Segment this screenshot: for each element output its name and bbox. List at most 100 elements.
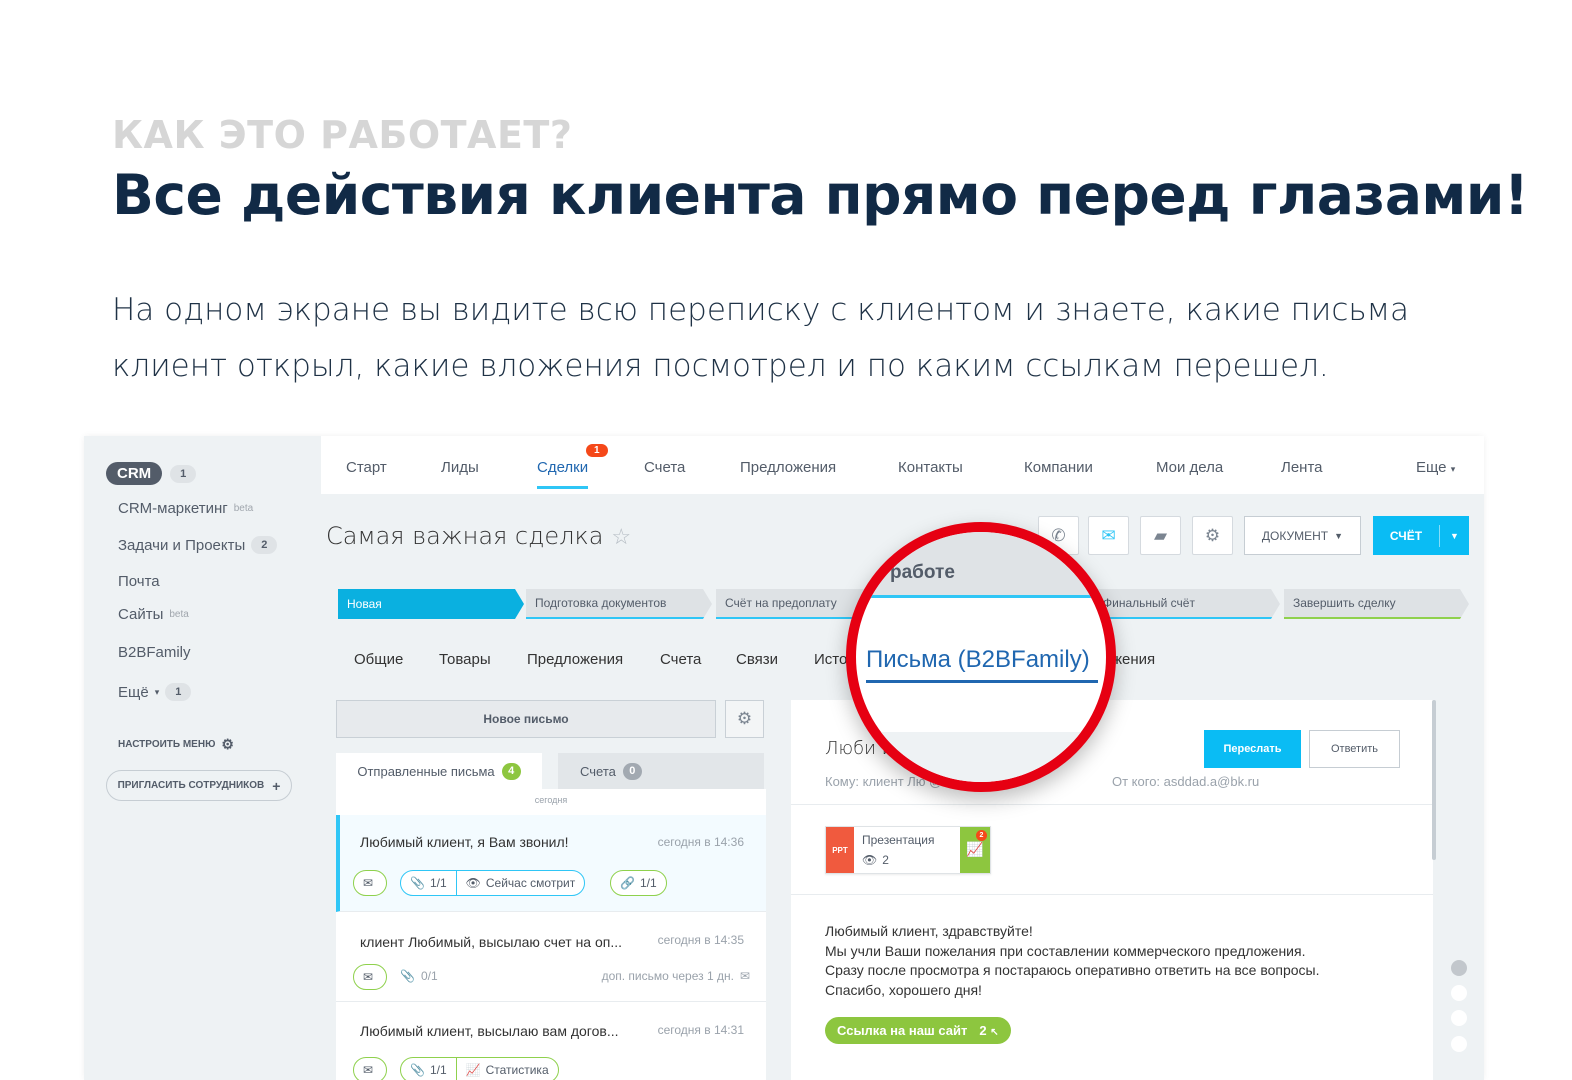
nav-start[interactable]: Старт xyxy=(346,459,387,476)
chart-icon: 📈 xyxy=(465,1063,481,1077)
sidebar-item-more[interactable]: Ещё ▾ 1 xyxy=(118,683,192,701)
attachments-chip[interactable]: 📎 1/1 👁 Сейчас смотрит xyxy=(400,870,586,896)
nav-deals[interactable]: Сделки xyxy=(537,459,589,489)
opened-chip[interactable]: ✉ xyxy=(353,1057,387,1080)
sidebar-item-b2bfamily[interactable]: B2BFamily xyxy=(118,644,191,661)
ppt-file-icon: PPT xyxy=(826,827,854,873)
reply-button[interactable]: Ответить xyxy=(1309,730,1400,768)
invoices-count-badge: 0 xyxy=(622,762,642,780)
reply-label: Ответить xyxy=(1330,743,1379,755)
settings-button[interactable]: ⚙ xyxy=(1192,516,1233,555)
forward-button[interactable]: Переслать xyxy=(1204,730,1301,768)
slide-dot-2[interactable] xyxy=(1451,985,1467,1001)
mail-row[interactable]: Любимый клиент, высылаю вам догов... сег… xyxy=(336,1003,766,1080)
tab-mail-invoices[interactable]: Счета 0 xyxy=(558,753,764,789)
tab-sent-mails[interactable]: Отправленные письма 4 xyxy=(336,753,542,789)
views-count: 2 xyxy=(882,853,889,867)
mail-row[interactable]: клиент Любимый, высылаю счет на оп... се… xyxy=(336,913,766,1002)
deal-title: Самая важная сделка ☆ xyxy=(326,522,631,550)
tab-proposals[interactable]: Предложения xyxy=(527,651,623,668)
top-navigation: Старт Лиды Сделки 1 Счета Предложения Ко… xyxy=(321,436,1484,494)
body-line: Любимый клиент, здравствуйте! xyxy=(825,923,1033,939)
tab-b2bfamily-letters[interactable]: Письма (B2BFamily) xyxy=(866,646,1090,674)
mail-settings-button[interactable]: ⚙ xyxy=(725,700,764,738)
document-button[interactable]: ДОКУМЕНТ ▼ xyxy=(1244,516,1361,555)
stage-label: Завершить сделку xyxy=(1293,596,1396,610)
divider xyxy=(791,894,1433,895)
opened-chip[interactable]: ✉ xyxy=(353,870,387,896)
attachment-stats-button[interactable]: 📈 2 xyxy=(960,827,990,873)
mail-time: сегодня в 14:36 xyxy=(657,835,744,849)
configure-menu-link[interactable]: НАСТРОИТЬ МЕНЮ ⚙ xyxy=(118,736,234,753)
chevron-down-icon: ▾ xyxy=(154,686,160,697)
active-tab-underline xyxy=(866,680,1098,683)
divider xyxy=(791,804,1433,805)
envelope-open-icon: ✉ xyxy=(363,876,374,890)
new-mail-button[interactable]: Новое письмо xyxy=(336,700,716,738)
gear-icon: ⚙ xyxy=(221,736,234,752)
nav-more[interactable]: Еще ▾ xyxy=(1416,459,1455,476)
detail-scrollbar[interactable] xyxy=(1432,700,1436,860)
plus-icon: + xyxy=(272,777,281,794)
forward-label: Переслать xyxy=(1223,743,1282,755)
attachments-meta: 📎 0/1 xyxy=(400,969,438,983)
nav-feed[interactable]: Лента xyxy=(1281,459,1323,476)
tab-general[interactable]: Общие xyxy=(354,651,403,668)
link-icon: 🔗 xyxy=(620,876,635,890)
nav-companies[interactable]: Компании xyxy=(1024,459,1093,476)
stage-new[interactable]: Новая xyxy=(338,589,524,619)
attachment-name: Презентация xyxy=(862,833,935,847)
slide-dot-3[interactable] xyxy=(1451,1010,1467,1026)
nav-my-activities[interactable]: Мои дела xyxy=(1156,459,1223,476)
stage-final-invoice[interactable]: Финальный счёт xyxy=(1094,589,1280,619)
section-headline: Все действия клиента прямо перед глазами… xyxy=(112,163,1529,227)
nav-leads[interactable]: Лиды xyxy=(441,459,479,476)
attachments-count: 1/1 xyxy=(429,1063,447,1077)
followup-meta: доп. письмо через 1 дн. ✉ xyxy=(602,969,750,983)
tab-links[interactable]: Связи xyxy=(736,651,778,668)
stage-label: Счёт на предоплату xyxy=(725,596,837,610)
stage-label: Новая xyxy=(347,597,382,611)
sidebar-item-mail[interactable]: Почта xyxy=(118,573,160,590)
stage-preparing-documents[interactable]: Подготовка документов xyxy=(526,589,712,619)
nav-proposals[interactable]: Предложения xyxy=(740,459,836,476)
sidebar-item-tasks[interactable]: Задачи и Проекты 2 xyxy=(118,536,278,554)
tab-invoices[interactable]: Счета xyxy=(660,651,701,668)
nav-contacts[interactable]: Контакты xyxy=(898,459,963,476)
paperclip-icon: 📎 xyxy=(410,876,425,890)
chevron-down-icon: ▼ xyxy=(1334,530,1344,541)
sidebar-item-crm-marketing[interactable]: CRM-маркетинг beta xyxy=(118,500,253,517)
sidebar-item-label: B2BFamily xyxy=(118,644,191,661)
deal-title-text: Самая важная сделка xyxy=(326,522,604,550)
attachments-chip[interactable]: 📎 1/1 📈 Статистика xyxy=(400,1057,559,1080)
invite-employees-button[interactable]: ПРИГЛАСИТЬ СОТРУДНИКОВ + xyxy=(106,770,292,801)
site-link-chip[interactable]: Ссылка на наш сайт 2 ↖ xyxy=(825,1017,1011,1044)
cursor-icon: ↖ xyxy=(990,1027,999,1038)
slide-dot-4[interactable] xyxy=(1451,1036,1467,1052)
attachment-card[interactable]: PPT Презентация 👁 2 📈 2 xyxy=(825,826,991,874)
opened-chip[interactable]: ✉ xyxy=(353,964,387,990)
nav-invoices[interactable]: Счета xyxy=(644,459,685,476)
invite-label: ПРИГЛАСИТЬ СОТРУДНИКОВ xyxy=(117,780,265,791)
mail-subject: Любимый клиент, высылаю вам догов... xyxy=(360,1023,619,1039)
invoice-button[interactable]: СЧЁТ ▼ xyxy=(1373,516,1469,555)
stage-close-deal[interactable]: Завершить сделку xyxy=(1284,589,1469,619)
stage-label: Финальный счёт xyxy=(1103,596,1195,610)
tab-history[interactable]: Исто xyxy=(814,651,847,668)
tab-products[interactable]: Товары xyxy=(439,651,491,668)
gear-icon: ⚙ xyxy=(736,709,753,729)
sidebar-item-sites[interactable]: Сайты beta xyxy=(118,606,189,623)
tab-applications[interactable]: жения xyxy=(1112,651,1155,668)
mail-row[interactable]: Любимый клиент, я Вам звонил! сегодня в … xyxy=(336,815,766,912)
star-icon[interactable]: ☆ xyxy=(611,525,631,550)
new-mail-label: Новое письмо xyxy=(483,712,569,726)
chat-button[interactable]: ▰ xyxy=(1140,516,1181,555)
tasks-count-badge: 2 xyxy=(251,536,278,554)
slide-dot-1[interactable] xyxy=(1451,960,1467,976)
section-lead: На одном экране вы видите всю переписку … xyxy=(112,292,1410,384)
links-chip[interactable]: 🔗 1/1 xyxy=(610,870,667,896)
crm-label: CRM xyxy=(106,462,163,485)
detail-sender: От кого: asddad.a@bk.ru xyxy=(1112,774,1260,789)
sidebar-item-crm[interactable]: CRM 1 xyxy=(106,462,197,485)
chevron-down-icon[interactable]: ▼ xyxy=(1439,524,1469,547)
